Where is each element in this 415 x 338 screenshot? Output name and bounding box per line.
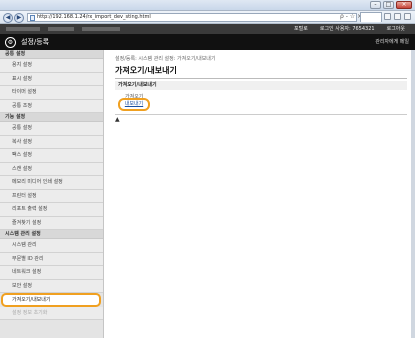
export-link[interactable]: 내보내기: [118, 98, 150, 111]
browser-tab[interactable]: [360, 12, 382, 22]
forward-button[interactable]: ▶: [14, 13, 24, 23]
main-content: 설정/등록: 시스템 관리 설정: 가져오기/내보내기 가져오기/내보내기 가져…: [105, 50, 411, 338]
breadcrumb: 설정/등록: 시스템 관리 설정: 가져오기/내보내기: [115, 56, 216, 62]
settings-logo-icon: ⚙: [5, 37, 16, 48]
sidebar-item-memory-print[interactable]: 메모리 미디어 인쇄 설정: [0, 176, 103, 190]
section-divider: [115, 114, 407, 115]
mail-admin-link[interactable]: 관리자에게 메일: [375, 38, 409, 45]
device-location-blurred: [82, 27, 120, 31]
sidebar-item-dept-id[interactable]: 부문별 ID 관리: [0, 252, 103, 266]
login-user-label: 로그인 사용자:: [319, 26, 351, 32]
sidebar-section-function: 기능 설정: [0, 113, 103, 122]
title-divider: [115, 78, 407, 79]
device-name-blurred: [6, 27, 40, 31]
address-bar[interactable]: http://192.168.1.24/rx_import_dev_sting.…: [27, 13, 357, 22]
minimize-button[interactable]: -: [370, 1, 381, 9]
window-edge: [411, 50, 415, 338]
maximize-button[interactable]: □: [383, 1, 394, 9]
sidebar-item-display[interactable]: 표시 설정: [0, 72, 103, 86]
device-bar-right: 포털로 로그인 사용자: 7654321 로그아웃: [294, 24, 405, 34]
sidebar-section-common: 공통 설정: [0, 50, 103, 59]
window-controls: - □ ×: [370, 1, 412, 9]
app-title: 설정/등록: [21, 38, 50, 46]
logout-link[interactable]: 로그아웃: [387, 24, 405, 34]
sidebar: 공통 설정 용지 설정 표시 설정 타이머 설정 공통 조정 기능 설정 공통 …: [0, 50, 104, 338]
page-top-icon[interactable]: ▲: [115, 116, 120, 123]
sidebar-item-fax[interactable]: 팩스 설정: [0, 149, 103, 163]
page-icon: [30, 15, 35, 21]
favorites-icon[interactable]: [394, 13, 401, 20]
sidebar-item-scan[interactable]: 스캔 설정: [0, 162, 103, 176]
home-icon[interactable]: [384, 13, 391, 20]
sidebar-item-printer[interactable]: 프린터 설정: [0, 189, 103, 203]
section-heading: 가져오기/내보내기: [115, 81, 407, 90]
sidebar-item-adjust[interactable]: 공통 조정: [0, 99, 103, 113]
sidebar-item-copy[interactable]: 복사 설정: [0, 135, 103, 149]
sidebar-section-system: 시스템 관리 설정: [0, 230, 103, 239]
gear-icon[interactable]: [404, 13, 411, 20]
sidebar-item-system-mgmt[interactable]: 시스템 관리: [0, 239, 103, 253]
sidebar-item-report[interactable]: 리포트 출력 설정: [0, 203, 103, 217]
device-info-blurred: [48, 27, 74, 31]
page-title: 가져오기/내보내기: [115, 66, 177, 75]
browser-titlebar: - □ ×: [0, 0, 415, 11]
browser-toolbar-icons: [384, 13, 411, 20]
login-user-id: 7654321: [352, 26, 375, 32]
sidebar-item-network[interactable]: 네트워크 설정: [0, 266, 103, 280]
login-user: 로그인 사용자: 7654321: [320, 24, 375, 34]
sidebar-item-import-export[interactable]: 가져오기/내보내기: [1, 293, 101, 307]
browser-toolbar: ◀ ▶ http://192.168.1.24/rx_import_dev_st…: [0, 11, 415, 24]
sidebar-item-favorites[interactable]: 즐겨찾기 설정: [0, 216, 103, 230]
close-button[interactable]: ×: [396, 1, 412, 9]
sidebar-item-reset[interactable]: 설정 정보 초기화: [0, 306, 103, 320]
address-url: http://192.168.1.24/rx_import_dev_sting.…: [37, 14, 151, 20]
device-info-bar: 포털로 로그인 사용자: 7654321 로그아웃: [0, 24, 415, 34]
sidebar-item-paper[interactable]: 용지 설정: [0, 59, 103, 73]
app-header: ⚙ 설정/등록 관리자에게 메일: [0, 34, 415, 50]
address-tools[interactable]: ρ - ☆ ×: [340, 13, 362, 20]
sidebar-item-timer[interactable]: 타이머 설정: [0, 86, 103, 100]
back-button[interactable]: ◀: [3, 13, 13, 23]
portal-link[interactable]: 포털로: [294, 24, 308, 34]
sidebar-item-common-settings[interactable]: 공통 설정: [0, 122, 103, 136]
sidebar-item-security[interactable]: 보안 설정: [0, 279, 103, 293]
